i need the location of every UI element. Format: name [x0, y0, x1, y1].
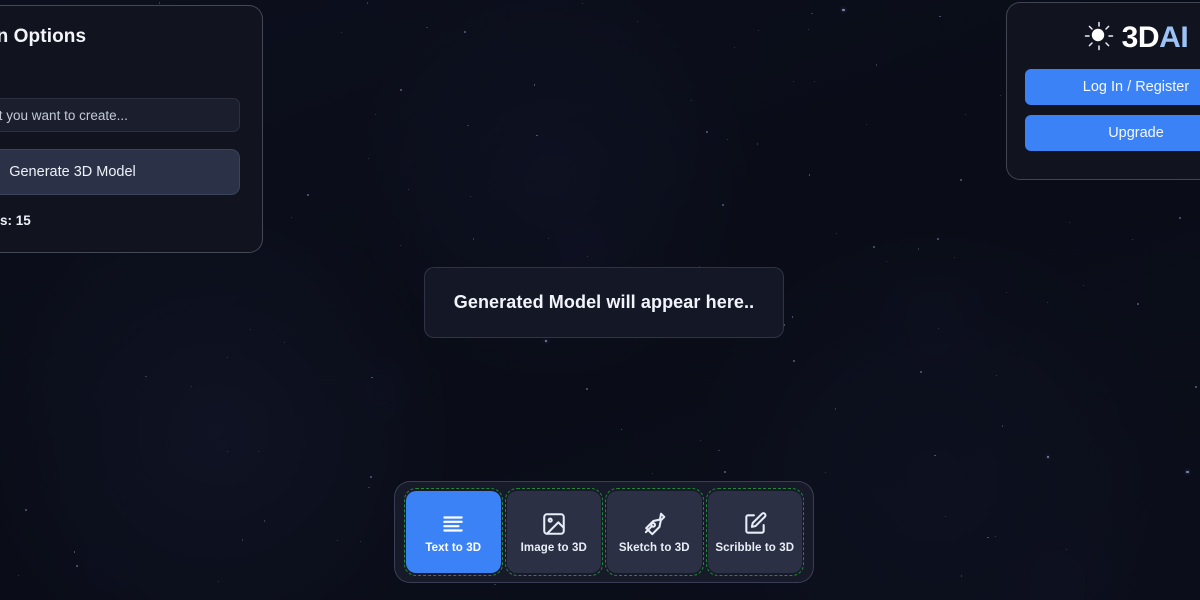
- mode-toolbar: Text to 3D Image to 3D Sketch to 3D Scri…: [394, 481, 814, 583]
- mode-slot-text: Text to 3D: [404, 488, 503, 576]
- brand-wordmark-secondary: AI: [1159, 21, 1189, 54]
- generation-options-panel: Generation Options Prompt: Generate 3D M…: [0, 5, 263, 253]
- sun-sphere-icon: [1084, 21, 1114, 56]
- model-viewport-placeholder: Generated Model will appear here..: [424, 267, 784, 338]
- mode-label-text-to-3d: Text to 3D: [425, 541, 482, 554]
- panel-title: Generation Options: [0, 26, 87, 47]
- login-register-button[interactable]: Log In / Register: [1025, 69, 1200, 105]
- prompt-input[interactable]: [0, 98, 240, 132]
- brand-logo: 3DAI: [1025, 17, 1200, 59]
- generate-3d-model-button[interactable]: Generate 3D Model: [0, 149, 240, 195]
- mode-slot-sketch: Sketch to 3D: [605, 488, 704, 576]
- mode-slot-scribble: Scribble to 3D: [705, 488, 804, 576]
- brand-wordmark: 3DAI: [1122, 21, 1189, 55]
- mode-label-image-to-3d: Image to 3D: [520, 541, 587, 554]
- mode-button-scribble-to-3d[interactable]: Scribble to 3D: [707, 491, 802, 573]
- text-lines-icon: [440, 511, 466, 537]
- mode-label-scribble-to-3d: Scribble to 3D: [715, 541, 795, 554]
- upgrade-button[interactable]: Upgrade: [1025, 115, 1200, 151]
- pen-nib-icon: [641, 511, 667, 537]
- account-panel: 3DAI Log In / Register Upgrade: [1006, 2, 1200, 180]
- prompt-label: Prompt:: [0, 74, 240, 89]
- placeholder-text: Generated Model will appear here..: [453, 292, 755, 312]
- mode-button-image-to-3d[interactable]: Image to 3D: [506, 491, 601, 573]
- brand-wordmark-primary: 3D: [1121, 21, 1160, 54]
- image-icon: [541, 511, 567, 537]
- pencil-square-icon: [742, 511, 768, 537]
- mode-button-sketch-to-3d[interactable]: Sketch to 3D: [607, 491, 702, 573]
- mode-button-text-to-3d[interactable]: Text to 3D: [406, 491, 501, 573]
- app-root: Generation Options Prompt: Generate 3D M…: [0, 0, 1200, 600]
- mode-slot-image: Image to 3D: [504, 488, 603, 576]
- required-credits-text: Require Credits: 15: [0, 213, 31, 228]
- mode-label-sketch-to-3d: Sketch to 3D: [618, 541, 690, 554]
